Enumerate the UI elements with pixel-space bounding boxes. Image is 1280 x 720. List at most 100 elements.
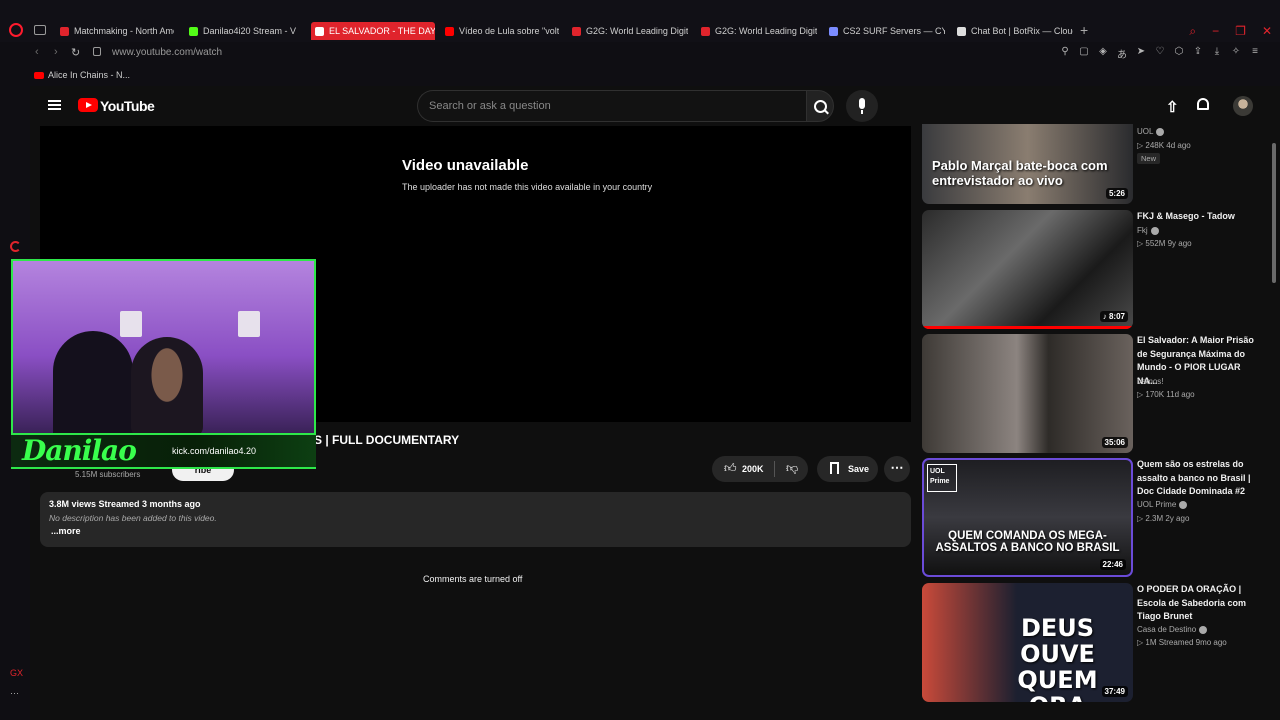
thumbnail-caption: QUEM COMANDA OS MEGA-ASSALTOS A BANCO NO… xyxy=(935,530,1120,554)
extensions-icon[interactable]: ⬡ xyxy=(1174,46,1184,61)
duration-badge: 35:06 xyxy=(1101,437,1128,448)
youtube-logo-icon[interactable] xyxy=(78,98,98,112)
like-divider xyxy=(774,461,775,477)
video-title: ES | FULL DOCUMENTARY xyxy=(306,433,460,447)
comments-status: Comments are turned off xyxy=(423,574,523,584)
description-more-link[interactable]: ...more xyxy=(51,526,81,536)
forward-arrow-icon[interactable]: › xyxy=(54,46,58,58)
browser-tab[interactable]: Chat Bot | BotRix — Cloud xyxy=(953,22,1073,40)
verified-icon xyxy=(1199,625,1208,634)
hamburger-menu-icon[interactable] xyxy=(48,100,61,110)
youtube-favicon-icon xyxy=(315,26,324,36)
browser-tab-active[interactable]: EL SALVADOR - THE DAY I xyxy=(311,22,435,40)
video-meta: ▷ 1M Streamed 9mo ago xyxy=(1137,638,1227,647)
recommendation-thumbnail[interactable]: DEUS OUVE QUEM ORA 37:49 xyxy=(922,583,1133,702)
video-meta: ▷ 552M 9y ago xyxy=(1137,239,1192,248)
browser-tab[interactable]: G2G: World Leading Digita xyxy=(568,22,688,40)
sidebar-history-icon[interactable] xyxy=(10,241,21,252)
watched-progress xyxy=(922,326,1133,329)
microphone-icon[interactable] xyxy=(846,90,878,122)
webcam-overlay xyxy=(11,259,316,435)
search-input[interactable]: Search or ask a question xyxy=(417,90,807,122)
browser-tab[interactable]: CS2 SURF Servers — CYBE xyxy=(825,22,945,40)
url-field[interactable]: www.youtube.com/watch xyxy=(112,47,222,58)
streamer-person xyxy=(131,337,203,433)
duration-badge: ♪ 8:07 xyxy=(1099,311,1128,322)
recommendation-thumbnail[interactable]: UOL Prime QUEM COMANDA OS MEGA-ASSALTOS … xyxy=(922,458,1133,577)
description-text: No description has been added to this vi… xyxy=(49,513,217,523)
recommendation-thumbnail[interactable]: ♪ 8:07 xyxy=(922,210,1133,329)
back-arrow-icon[interactable]: ‹ xyxy=(35,46,39,58)
snapshot-icon[interactable]: ▢ xyxy=(1079,46,1089,61)
verified-icon xyxy=(1179,500,1188,509)
search-tabs-icon[interactable]: ⌕ xyxy=(1189,24,1196,39)
recommendation-thumbnail[interactable]: 35:06 xyxy=(922,334,1133,453)
video-unavailable-title: Video unavailable xyxy=(402,157,529,174)
sidebar-more-icon[interactable]: ⋯ xyxy=(10,688,19,699)
streamer-logo: Danilao xyxy=(22,434,137,467)
channel-name[interactable]: Fkj xyxy=(1137,226,1159,235)
g2g-favicon-icon xyxy=(701,26,710,36)
recommendation-title[interactable]: FKJ & Masego - Tadow xyxy=(1137,210,1262,224)
channel-name[interactable]: UOL xyxy=(1137,127,1165,136)
duration-badge: 22:46 xyxy=(1099,559,1126,570)
video-meta: ▷ 2.3M 2y ago xyxy=(1137,514,1190,523)
video-meta: ▷ 248K 4d ago xyxy=(1137,141,1191,150)
tab-menu-icon[interactable] xyxy=(34,25,46,35)
pin-icon[interactable]: ⚲ xyxy=(1060,46,1070,61)
video-meta: ▷ 170K 11d ago xyxy=(1137,390,1195,399)
youtube-wordmark[interactable]: YouTube xyxy=(100,98,155,114)
uol-prime-logo: UOL Prime xyxy=(927,464,957,492)
create-upload-icon[interactable]: ⇧ xyxy=(1166,98,1179,116)
recommendation-title[interactable]: O PODER DA ORAÇÃO | Escola de Sabedoria … xyxy=(1137,583,1262,624)
channel-name[interactable]: Vamos! xyxy=(1137,377,1164,386)
minimize-icon[interactable]: − xyxy=(1212,24,1219,39)
subscriber-count: 5.15M subscribers xyxy=(75,470,141,479)
speaker-left xyxy=(120,311,142,337)
save-label: Save xyxy=(848,464,870,474)
cybershoke-favicon-icon xyxy=(829,26,838,36)
youtube-favicon-icon xyxy=(34,71,44,79)
ai-icon[interactable]: ✧ xyxy=(1231,46,1241,61)
recommendation-thumbnail[interactable]: Pablo Marçal bate-boca com entrevistador… xyxy=(922,124,1133,204)
translate-icon[interactable]: あ xyxy=(1117,46,1127,61)
browser-tab[interactable]: Vídeo de Lula sobre "volta xyxy=(441,22,559,40)
duration-badge: 5:26 xyxy=(1105,188,1128,199)
send-icon[interactable]: ➤ xyxy=(1136,46,1146,61)
close-icon[interactable]: ✕ xyxy=(1262,24,1272,39)
browser-tab[interactable]: Matchmaking - North Amer xyxy=(56,22,174,40)
view-stats: 3.8M views Streamed 3 months ago xyxy=(49,499,201,509)
maximize-icon[interactable]: ❐ xyxy=(1235,24,1246,39)
avatar[interactable] xyxy=(1233,96,1253,116)
more-actions-icon[interactable]: ⋯ xyxy=(884,456,910,482)
speaker-right xyxy=(238,311,260,337)
channel-name[interactable]: UOL Prime xyxy=(1137,500,1188,509)
scrollbar-thumb[interactable] xyxy=(1272,143,1276,283)
thumbs-up-icon[interactable]: 👍︎ xyxy=(724,461,737,476)
verified-icon xyxy=(1150,226,1159,235)
bookmark-icon xyxy=(830,462,839,474)
shield-icon[interactable]: ◈ xyxy=(1098,46,1108,61)
share-icon[interactable]: ⇪ xyxy=(1193,46,1203,61)
verified-icon xyxy=(1156,127,1165,136)
browser-tab[interactable]: Danilao4i20 Stream - V xyxy=(185,22,303,40)
heart-icon[interactable]: ♡ xyxy=(1155,46,1165,61)
reload-icon[interactable]: ↻ xyxy=(71,46,80,59)
notifications-bell-icon[interactable] xyxy=(1197,98,1209,110)
gaming-chair xyxy=(53,331,133,433)
opera-logo-icon[interactable] xyxy=(9,23,23,37)
new-tab-plus-icon[interactable]: + xyxy=(1080,22,1088,38)
lock-icon[interactable] xyxy=(93,47,101,56)
menu-lines-icon[interactable]: ≡ xyxy=(1250,46,1260,61)
sidebar-gx-icon[interactable]: GX xyxy=(10,668,23,678)
thumbnail-caption: Pablo Marçal bate-boca com entrevistador… xyxy=(932,158,1108,188)
bookmark-item[interactable]: Alice In Chains - N... xyxy=(34,70,130,80)
like-count[interactable]: 200K xyxy=(742,464,764,474)
video-unavailable-message: The uploader has not made this video ava… xyxy=(402,182,653,192)
channel-name[interactable]: Casa de Destino xyxy=(1137,625,1208,634)
browser-tab[interactable]: G2G: World Leading Digita xyxy=(697,22,817,40)
download-icon[interactable]: ⤓ xyxy=(1212,46,1222,61)
thumbs-down-icon[interactable]: 👎︎ xyxy=(786,461,798,476)
kick-url: kick.com/danilao4.20 xyxy=(172,446,257,456)
recommendation-title[interactable]: Quem são os estrelas do assalto a banco … xyxy=(1137,458,1262,499)
